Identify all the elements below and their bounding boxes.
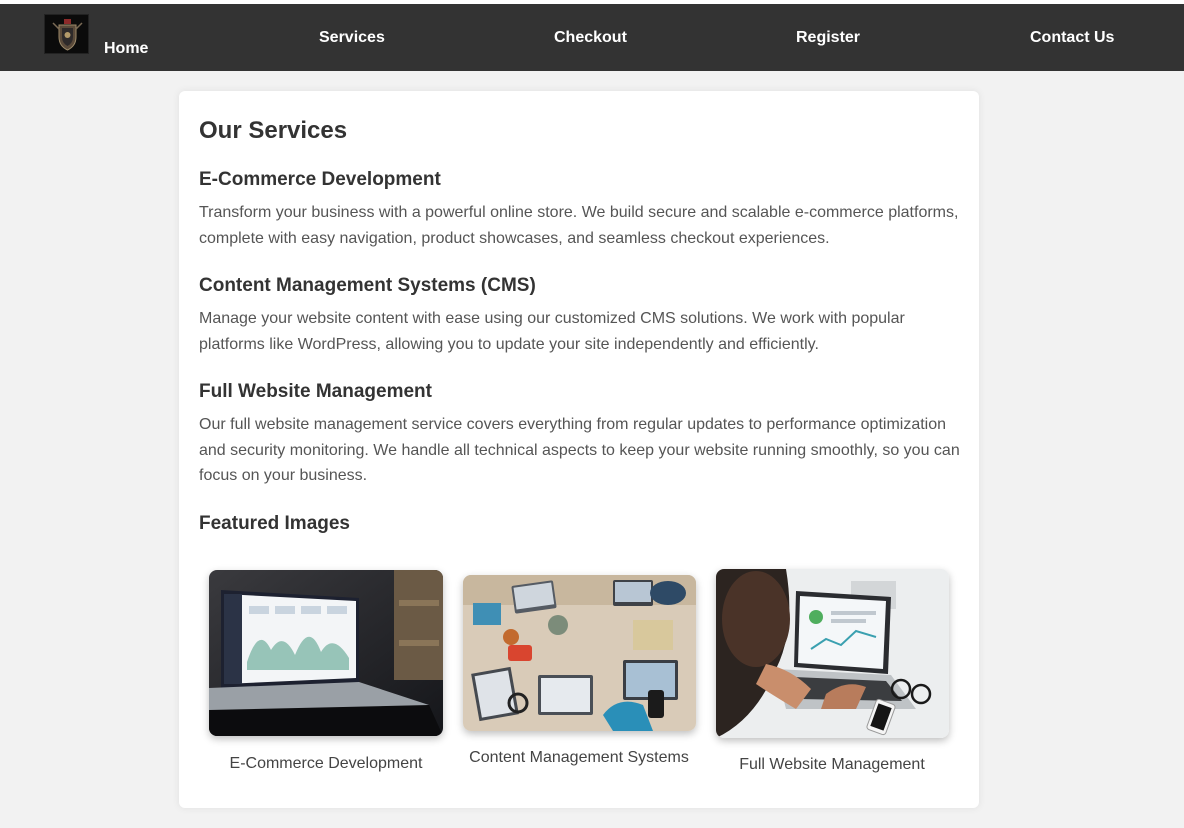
nav-services-link[interactable]: Services (319, 29, 385, 47)
featured-image-ecommerce (209, 570, 443, 736)
person-laptop-photo-icon (716, 569, 949, 738)
top-navbar: Home Services Checkout Register Contact … (0, 4, 1184, 71)
nav-home-link[interactable]: Home (104, 40, 148, 58)
featured-images-heading: Featured Images (199, 513, 350, 534)
laptop-analytics-photo-icon (209, 570, 443, 736)
service-text-management: Our full website management service cove… (199, 416, 960, 485)
service-text-cms: Manage your website content with ease us… (199, 310, 905, 353)
featured-image-cms (463, 575, 696, 731)
featured-caption-cms: Content Management Systems (469, 749, 689, 766)
services-card: Our Services E-Commerce Development Tran… (179, 91, 979, 808)
crest-logo-icon[interactable] (44, 14, 89, 54)
page-title: Our Services (199, 117, 348, 144)
service-heading-cms: Content Management Systems (CMS) (199, 275, 536, 296)
nav-register-link[interactable]: Register (796, 29, 860, 47)
nav-checkout-link[interactable]: Checkout (554, 29, 627, 47)
featured-caption-ecommerce: E-Commerce Development (229, 755, 423, 772)
featured-caption-management: Full Website Management (739, 756, 925, 773)
service-text-ecommerce: Transform your business with a powerful … (199, 204, 959, 247)
service-heading-management: Full Website Management (199, 381, 432, 402)
nav-contact-link[interactable]: Contact Us (1030, 29, 1114, 47)
featured-image-management (716, 569, 949, 738)
service-heading-ecommerce: E-Commerce Development (199, 169, 441, 190)
team-desk-photo-icon (463, 575, 696, 731)
